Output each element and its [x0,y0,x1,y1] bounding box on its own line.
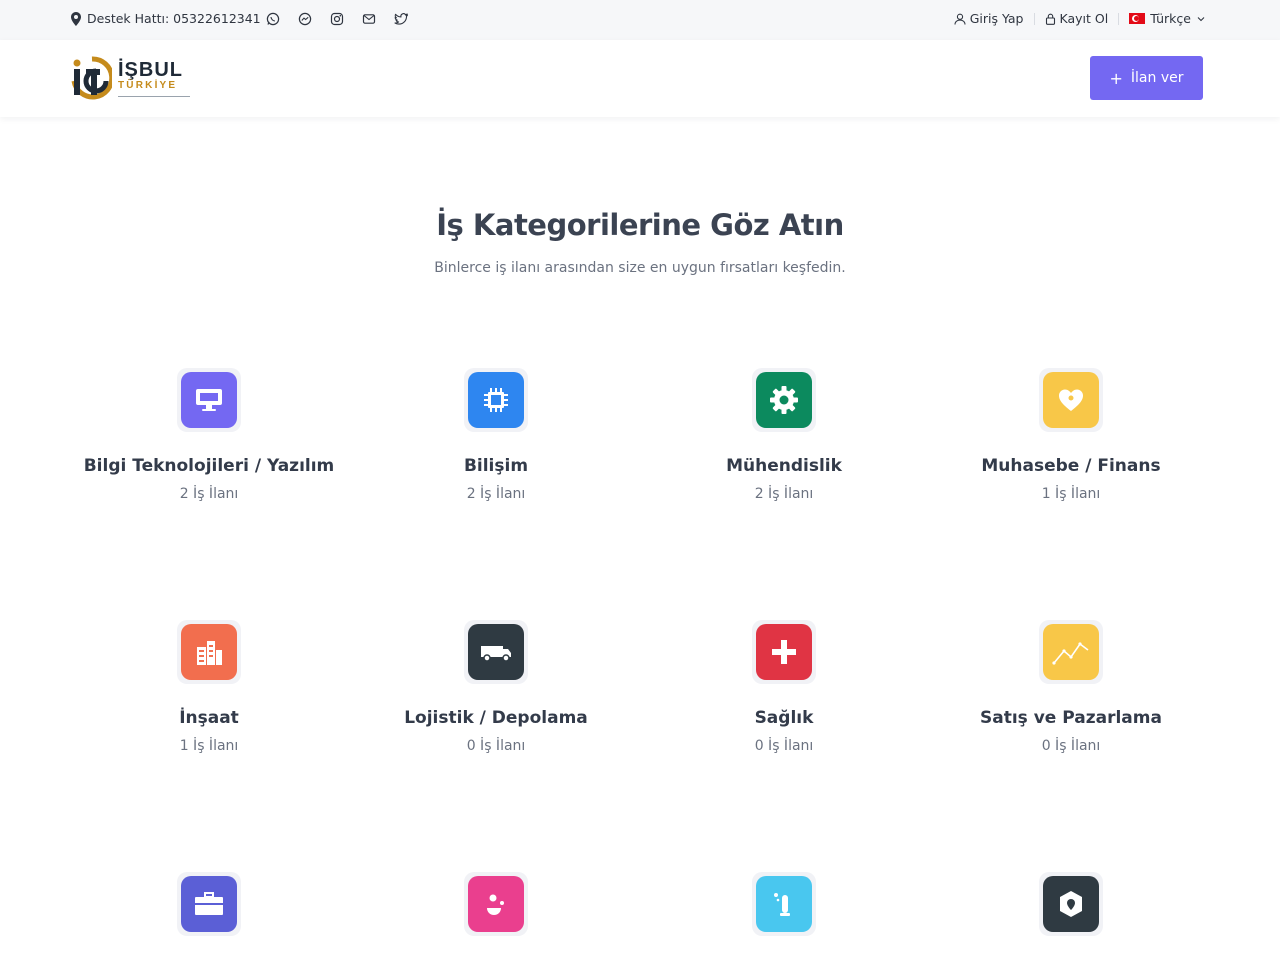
register-link[interactable]: Kayıt Ol [1045,11,1109,26]
category-icon-tile [177,620,241,684]
category-count: 0 İş İlanı [754,738,814,754]
category-name: Bilgi Teknolojileri / Yazılım [83,456,335,476]
language-label: Türkçe [1150,11,1191,26]
top-bar: Destek Hattı: 05322612341 Giriş Yap Kayı… [0,0,1280,40]
category-name: Satış ve Pazarlama [980,708,1162,728]
logo-country: TÜRKİYE [118,79,178,91]
monitor-icon [181,372,237,428]
login-label: Giriş Yap [969,11,1024,26]
divider [1118,12,1120,25]
whatsapp-icon[interactable] [264,10,282,28]
category-card[interactable] [79,872,339,960]
logo-tagline-line [118,95,190,97]
category-count: 2 İş İlanı [754,486,814,502]
gear-icon [756,372,812,428]
category-count: 1 İş İlanı [1041,486,1101,502]
chip-icon [468,372,524,428]
category-icon-tile [464,620,528,684]
location-pin-icon [71,11,81,26]
category-count: 2 İş İlanı [179,486,239,502]
turkey-flag-icon [1129,13,1146,24]
category-icon-tile [752,872,816,936]
category-card[interactable]: Muhasebe / Finans 1 İş İlanı [941,368,1201,502]
language-selector[interactable]: Türkçe [1129,11,1210,26]
briefcase-icon [181,876,237,932]
category-card[interactable]: İnşaat 1 İş İlanı [79,620,339,754]
category-name: Lojistik / Depolama [404,708,588,728]
category-icon-tile [1039,872,1103,936]
category-icon-tile [752,368,816,432]
category-card[interactable] [366,872,626,960]
login-link[interactable]: Giriş Yap [954,11,1024,26]
page-subtitle: Binlerce iş ilanı arasından size en uygu… [434,260,846,276]
account-links: Giriş Yap Kayıt Ol Türkçe [954,11,1210,26]
support-phone[interactable]: Destek Hattı: 05322612341 [87,11,261,26]
social-links [264,10,424,28]
mail-icon[interactable] [360,10,378,28]
category-icon-tile [177,872,241,936]
category-card[interactable]: Sağlık 0 İş İlanı [654,620,914,754]
category-name: Sağlık [754,708,814,728]
category-icon-tile [464,368,528,432]
page-title: İş Kategorilerine Göz Atın [436,208,844,242]
main-navbar: İŞBUL TÜRKİYE + İlan ver [0,40,1280,117]
category-card[interactable] [941,872,1201,960]
chart-line-icon [1043,624,1099,680]
messenger-icon[interactable] [296,10,314,28]
category-count: 0 İş İlanı [1041,738,1101,754]
category-card[interactable] [654,872,914,960]
category-count: 2 İş İlanı [466,486,526,502]
lock-icon [1045,13,1055,25]
chevron-down-icon [1197,16,1205,21]
plus-icon: + [1109,68,1123,88]
shield-icon [1043,876,1099,932]
twitter-icon[interactable] [392,10,410,28]
category-name: Muhasebe / Finans [981,456,1161,476]
category-icon-tile [177,368,241,432]
logo-brand: İŞBUL [118,58,183,81]
post-job-button[interactable]: + İlan ver [1090,56,1203,100]
post-job-label: İlan ver [1130,70,1184,86]
category-card[interactable]: Lojistik / Depolama 0 İş İlanı [366,620,626,754]
user-icon [954,13,966,25]
instagram-icon[interactable] [328,10,346,28]
category-card[interactable]: Satış ve Pazarlama 0 İş İlanı [941,620,1201,754]
support-line: Destek Hattı: 05322612341 [70,11,261,26]
building-icon [181,624,237,680]
divider [1033,12,1035,25]
medical-cross-icon [756,624,812,680]
register-label: Kayıt Ol [1059,11,1109,26]
truck-icon [468,624,524,680]
category-icon-tile [464,872,528,936]
face-icon [468,876,524,932]
category-count: 0 İş İlanı [466,738,526,754]
category-name: İnşaat [179,708,239,728]
heart-coin-icon [1043,372,1099,428]
logo-mark-icon [71,56,112,100]
category-icon-tile [752,620,816,684]
site-logo[interactable]: İŞBUL TÜRKİYE [70,55,190,101]
category-card[interactable]: Bilgi Teknolojileri / Yazılım 2 İş İlanı [79,368,339,502]
category-name: Bilişim [463,456,529,476]
category-card[interactable]: Bilişim 2 İş İlanı [366,368,626,502]
category-icon-tile [1039,620,1103,684]
category-count: 1 İş İlanı [179,738,239,754]
category-card[interactable]: Mühendislik 2 İş İlanı [654,368,914,502]
lab-tube-icon [756,876,812,932]
category-name: Mühendislik [726,456,842,476]
category-icon-tile [1039,368,1103,432]
